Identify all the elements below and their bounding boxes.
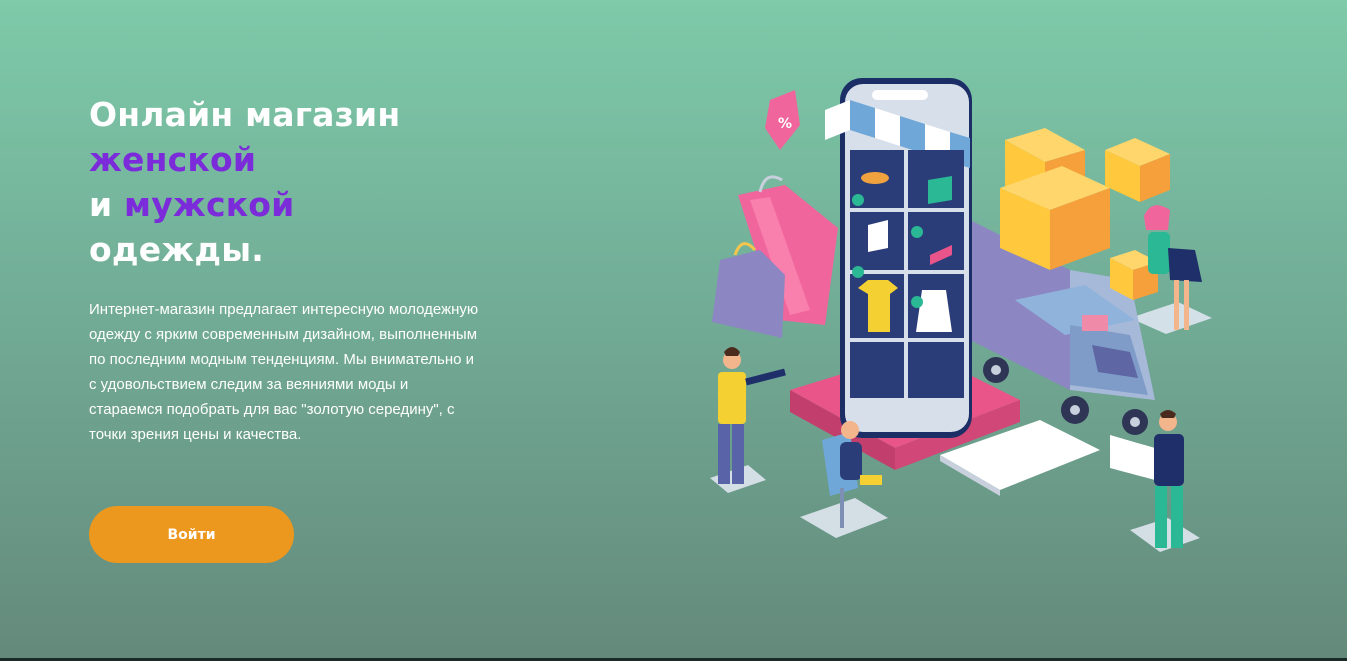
hero-description: Интернет-магазин предлагает интересную м…	[89, 301, 479, 443]
headline-accent-women: женской	[89, 140, 257, 179]
headline-line-3: и мужской	[89, 182, 489, 227]
headline-accent-men: мужской	[124, 185, 295, 224]
headline-line-4: одежды.	[89, 230, 264, 269]
login-button[interactable]: Войти	[89, 506, 294, 563]
discount-percent-icon: %	[778, 116, 792, 132]
headline: Онлайн магазин женской и мужской одежды.	[89, 92, 489, 272]
hero-text: Онлайн магазин женской и мужской одежды.	[89, 92, 489, 272]
shopping-illustration: %	[710, 78, 1212, 552]
shopping-bags	[712, 175, 838, 338]
smartphone-storefront	[825, 78, 972, 438]
man-pointing-figure	[718, 347, 786, 484]
discount-tag: %	[765, 90, 800, 150]
headline-conjunction: и	[89, 185, 125, 224]
headline-line-1: Онлайн магазин	[89, 95, 401, 134]
